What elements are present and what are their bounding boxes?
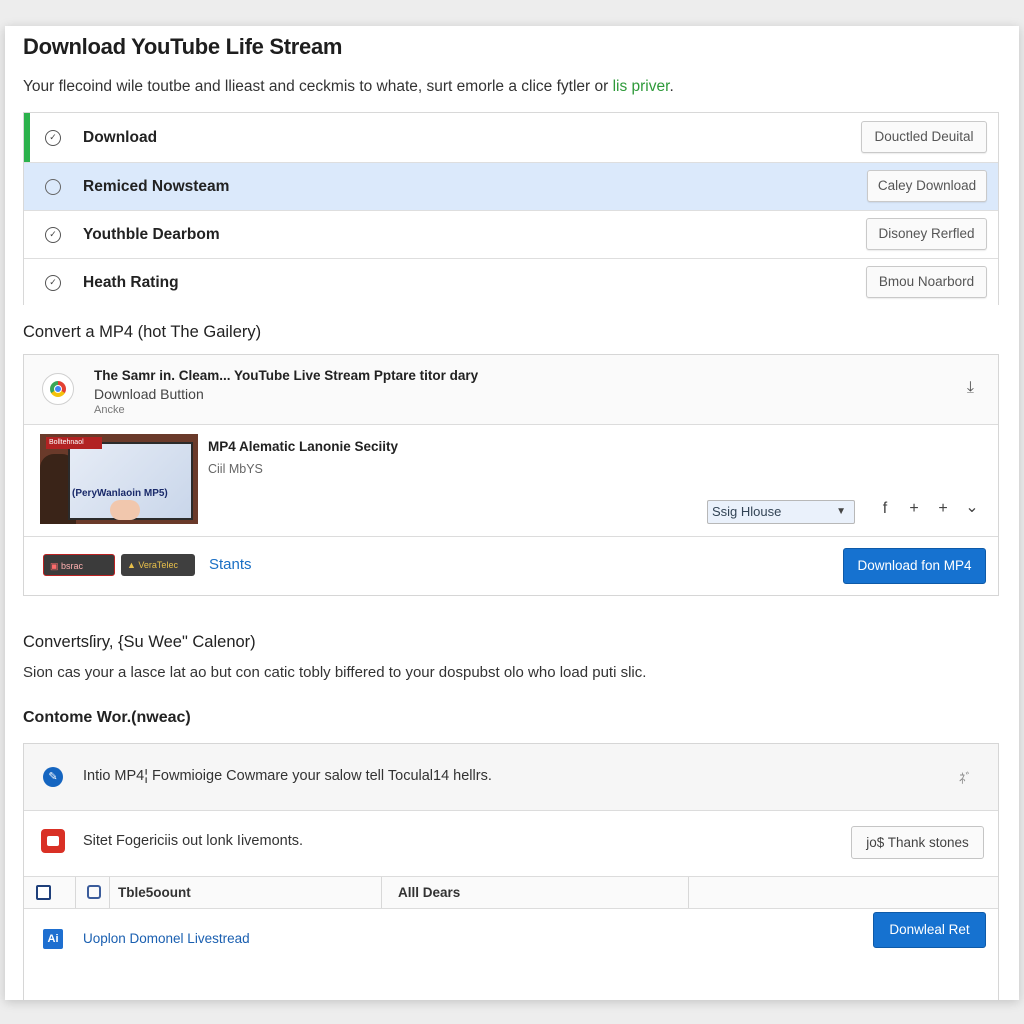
list-item-label: Heath Rating xyxy=(83,274,179,291)
table-header-dears[interactable]: Alll Dears xyxy=(382,877,689,908)
media-title: MP4 Alematic Lanonie Seciity xyxy=(208,439,399,454)
stants-link[interactable]: Stants xyxy=(209,556,252,573)
chrome-icon xyxy=(42,373,74,405)
info-row: ✎ Intio MP4¦ Fowmioige Cowmare your salo… xyxy=(24,744,998,811)
video-thumbnail[interactable]: Bolltehnaol (PeryWanlaoin MP5) xyxy=(40,434,198,524)
converts-paragraph: Sion cas your a lasce lat ao but con cat… xyxy=(23,664,647,681)
table-header-count[interactable]: Tble5oount xyxy=(110,877,382,908)
table-header-select xyxy=(24,877,76,908)
select-value: Ssig Hlouse xyxy=(712,504,782,519)
chevron-down-icon: ▼ xyxy=(836,506,846,517)
badge-label: VeraTelec xyxy=(138,560,178,570)
list-item-download[interactable]: ✓ Download Douctled Deuital xyxy=(24,113,998,163)
list-item-button[interactable]: Douctled Deuital xyxy=(861,121,987,153)
livestream-row: Ai Uoplon Domonel Livestread Donwleal Re… xyxy=(24,909,998,971)
youtube-row-text: Sitet Fogericiis out lonk Iivemonts. xyxy=(83,833,304,849)
contome-panel: ✎ Intio MP4¦ Fowmioige Cowmare your salo… xyxy=(23,743,999,1000)
library-icon: Ai xyxy=(43,929,63,949)
youtube-icon xyxy=(41,829,65,853)
quality-select[interactable]: Ssig Hlouse ▼ xyxy=(707,500,855,524)
list-item-youthble[interactable]: ✓ Youthble Dearbom Disoney Rerfled xyxy=(24,211,998,259)
converts-heading: Convertsſiry, {Su Wee" Calenor) xyxy=(23,633,256,651)
facebook-icon[interactable]: f xyxy=(877,500,893,518)
thumbnail-label: (PeryWanlaoin MP5) xyxy=(72,488,168,499)
download-options-list: ✓ Download Douctled Deuital Remiced Nows… xyxy=(23,112,999,305)
subtitle-text: Your flecoind wile toutbe and llieast an… xyxy=(23,78,613,95)
select-all-checkbox[interactable] xyxy=(36,885,51,900)
list-item-button[interactable]: Caley Download xyxy=(867,170,987,202)
info-text: Intio MP4¦ Fowmioige Cowmare your salow … xyxy=(83,768,492,784)
settings-icon[interactable]: ﾈﾞ xyxy=(959,768,972,787)
youtube-row: Sitet Fogericiis out lonk Iivemonts. jo$… xyxy=(24,811,998,877)
page-title: Download YouTube Life Stream xyxy=(23,34,343,59)
thank-stones-button[interactable]: jo$ Thank stones xyxy=(851,826,984,859)
media-subtitle: Ciil MbYS xyxy=(208,462,263,476)
page-subtitle: Your flecoind wile toutbe and llieast an… xyxy=(23,78,674,96)
chevron-down-icon[interactable]: ⌄ xyxy=(964,497,980,517)
subtitle-suffix: . xyxy=(669,78,674,95)
livestream-link[interactable]: Uoplon Domonel Livestread xyxy=(83,931,250,946)
gold-badge[interactable]: ▲ VeraTelec xyxy=(121,554,195,576)
table-header: Tble5oount Alll Dears xyxy=(24,877,998,909)
list-item-heath[interactable]: ✓ Heath Rating Bmou Noarbord xyxy=(24,259,998,306)
badge-label: bsrac xyxy=(61,561,84,571)
list-item-remiced[interactable]: Remiced Nowsteam Caley Download xyxy=(24,163,998,211)
list-item-button[interactable]: Bmou Noarbord xyxy=(866,266,987,298)
thumbnail-tag: Bolltehnaol xyxy=(46,437,102,449)
page: Download YouTube Life Stream Your flecoi… xyxy=(5,26,1019,1000)
active-accent-bar xyxy=(24,113,30,162)
plus-icon[interactable]: + xyxy=(935,500,951,518)
red-badge[interactable]: ▣ bsrac xyxy=(43,554,115,576)
action-row: ▣ bsrac ▲ VeraTelec Stants Download fon … xyxy=(24,536,998,596)
check-circle-icon: ✓ xyxy=(45,130,61,146)
check-circle-icon: ✓ xyxy=(45,275,61,291)
convert-heading: Convert a MP4 (hot The Gailery) xyxy=(23,323,262,341)
list-item-label: Download xyxy=(83,129,158,146)
source-small-text: Ancke xyxy=(94,404,125,416)
radio-circle-icon[interactable] xyxy=(45,179,61,195)
subtitle-link[interactable]: lis priver xyxy=(613,78,670,95)
convert-card: The Samr in. Cleam... YouTube Live Strea… xyxy=(23,354,999,596)
download-ret-button[interactable]: Donwleal Ret xyxy=(873,912,986,948)
source-subtitle: Download Buttion xyxy=(94,386,204,402)
plus-icon[interactable]: + xyxy=(906,500,922,518)
edit-icon: ✎ xyxy=(43,767,63,787)
table-header-empty xyxy=(689,877,998,908)
list-item-label: Remiced Nowsteam xyxy=(83,178,230,195)
download-icon[interactable]: ⤓ xyxy=(967,379,974,397)
list-item-label: Youthble Dearbom xyxy=(83,226,220,243)
square-icon xyxy=(87,885,101,899)
contome-heading: Contome Wor.(nweac) xyxy=(23,709,191,726)
source-title: The Samr in. Cleam... YouTube Live Strea… xyxy=(94,368,479,383)
download-mp4-button[interactable]: Download fon MP4 xyxy=(843,548,986,584)
list-item-button[interactable]: Disoney Rerfled xyxy=(866,218,987,250)
source-row: The Samr in. Cleam... YouTube Live Strea… xyxy=(24,355,998,425)
check-circle-icon: ✓ xyxy=(45,227,61,243)
table-header-icon xyxy=(76,877,110,908)
